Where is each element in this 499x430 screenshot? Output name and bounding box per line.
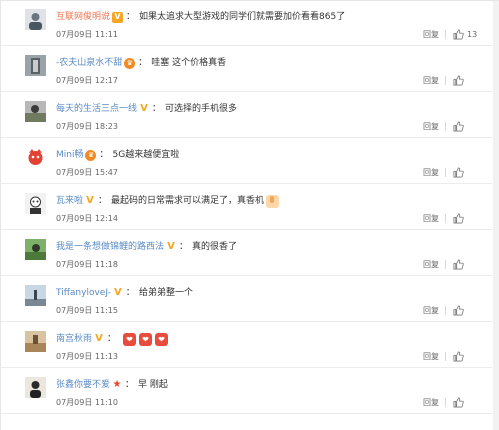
username-link[interactable]: Mini畅: [56, 147, 83, 163]
reply-button[interactable]: 回复: [423, 75, 439, 87]
comment-text: 5G越来越便宜啦: [112, 150, 180, 160]
reply-button[interactable]: 回复: [423, 397, 439, 409]
v-badge-icon: V: [167, 241, 175, 252]
comment-time: 07月09日 11:11: [56, 30, 118, 39]
comment-item: 我是一条想做锦鲤的路西法 V ： 真的很香了 07月09日 11:18 回复: [1, 231, 492, 276]
cheer-emoji-icon: ❤: [123, 332, 137, 346]
thumbs-up-icon: [453, 259, 464, 269]
thumbs-up-icon: [453, 167, 464, 177]
comment-item: Mini畅 ♛ ： 5G越来越便宜啦 07月09日 15:47 回复: [1, 139, 492, 184]
scrollbar[interactable]: [493, 1, 499, 430]
comment-time: 07月09日 11:18: [56, 260, 118, 269]
like-button[interactable]: [453, 73, 464, 87]
comment-item: 瓦来啦 V ： 最起码的日常需求可以满足了，真香机 07月09日 12:14 回…: [1, 185, 492, 230]
comment-item: 张鑫你要不爱 ★ ： 早 刚起 07月09日 11:10 回复: [1, 369, 492, 414]
comment-item: 南宫秋雨 V ： ❤ ❤ ❤ 07月09日 11:13 回复: [1, 323, 492, 368]
like-button[interactable]: [453, 349, 464, 363]
thumbs-up-icon: [453, 121, 464, 131]
reply-button[interactable]: 回复: [423, 167, 439, 179]
comment-time: 07月09日 11:10: [56, 398, 118, 407]
thumbs-up-icon: [453, 29, 464, 39]
like-button[interactable]: [453, 257, 464, 271]
comment-item: -农夫山泉水不甜 ♛ ： 哇塞 这个价格真香 07月09日 12:17 回复: [1, 47, 492, 92]
divider: [445, 122, 446, 131]
comment-time: 07月09日 12:17: [56, 76, 118, 85]
comment-time: 07月09日 15:47: [56, 168, 118, 177]
comment-time: 07月09日 12:14: [56, 214, 118, 223]
reply-button[interactable]: 回复: [423, 259, 439, 271]
thumbs-up-emoji-icon: [266, 194, 280, 208]
comment-list: 互联网俊明说 V ： 如果太追求大型游戏的同学们就需要加价看看865了 07月0…: [0, 0, 499, 430]
comment-text: 哇塞 这个价格真香: [151, 58, 227, 68]
avatar[interactable]: [25, 193, 46, 214]
like-button[interactable]: [453, 119, 464, 133]
v-badge-icon: V: [114, 287, 122, 298]
avatar[interactable]: [25, 9, 46, 30]
comment-item: 互联网俊明说 V ： 如果太追求大型游戏的同学们就需要加价看看865了 07月0…: [1, 1, 492, 46]
v-badge-icon: V: [140, 103, 148, 114]
v-badge-icon: V: [86, 195, 94, 206]
crown-badge-icon: ♛: [85, 149, 97, 161]
v-badge-icon: V: [95, 333, 103, 344]
avatar[interactable]: [25, 285, 46, 306]
comment-item: 每天的生活三点一线 V ： 可选择的手机很多 07月09日 18:23 回复: [1, 93, 492, 138]
avatar[interactable]: [25, 147, 46, 168]
divider: [445, 30, 446, 39]
thumbs-up-icon: [453, 397, 464, 407]
avatar[interactable]: [25, 377, 46, 398]
username-link[interactable]: -农夫山泉水不甜: [56, 55, 122, 71]
comment-text: 真的很香了: [192, 242, 238, 252]
comment-time: 07月09日 11:13: [56, 352, 118, 361]
like-button[interactable]: [453, 303, 464, 317]
divider: [445, 352, 446, 361]
comment-text: 早 刚起: [138, 380, 168, 390]
comment-item: TiffanyloveJ- V ： 给弟弟整一个 07月09日 11:15 回复: [1, 277, 492, 322]
username-link[interactable]: 每天的生活三点一线: [56, 101, 137, 117]
username-link[interactable]: TiffanyloveJ-: [56, 285, 111, 301]
cheer-emoji-icon: ❤: [139, 332, 153, 346]
username-link[interactable]: 我是一条想做锦鲤的路西法: [56, 239, 164, 255]
avatar[interactable]: [25, 331, 46, 352]
reply-button[interactable]: 回复: [423, 213, 439, 225]
like-button[interactable]: [453, 165, 464, 179]
divider: [445, 306, 446, 315]
comment-text: 最起码的日常需求可以满足了，真香机: [111, 196, 265, 206]
comment-text: 如果太追求大型游戏的同学们就需要加价看看865了: [139, 12, 346, 22]
avatar[interactable]: [25, 101, 46, 122]
divider: [445, 168, 446, 177]
comment-time: 07月09日 11:15: [56, 306, 118, 315]
like-count: 13: [467, 29, 478, 39]
comment-text: 给弟弟整一个: [138, 288, 193, 298]
divider: [445, 260, 446, 269]
crown-badge-icon: ♛: [124, 57, 136, 69]
thumbs-up-icon: [453, 75, 464, 85]
avatar[interactable]: [25, 55, 46, 76]
reply-button[interactable]: 回复: [423, 351, 439, 363]
username-link[interactable]: 南宫秋雨: [56, 331, 92, 347]
reply-button[interactable]: 回复: [423, 305, 439, 317]
divider: [445, 398, 446, 407]
like-button[interactable]: 13: [453, 27, 477, 41]
v-badge-icon: V: [112, 11, 124, 23]
star-badge-icon: ★: [112, 379, 122, 390]
thumbs-up-icon: [453, 351, 464, 361]
username-link[interactable]: 张鑫你要不爱: [56, 377, 110, 393]
thumbs-up-icon: [453, 305, 464, 315]
like-button[interactable]: [453, 395, 464, 409]
avatar[interactable]: [25, 239, 46, 260]
divider: [445, 214, 446, 223]
thumbs-up-icon: [453, 213, 464, 223]
comment-text: 可选择的手机很多: [165, 104, 238, 114]
username-link[interactable]: 瓦来啦: [56, 193, 83, 209]
username-link[interactable]: 互联网俊明说: [56, 9, 110, 25]
reply-button[interactable]: 回复: [423, 121, 439, 133]
divider: [445, 76, 446, 85]
reply-button[interactable]: 回复: [423, 29, 439, 41]
comment-time: 07月09日 18:23: [56, 122, 118, 131]
cheer-emoji-icon: ❤: [155, 332, 169, 346]
like-button[interactable]: [453, 211, 464, 225]
